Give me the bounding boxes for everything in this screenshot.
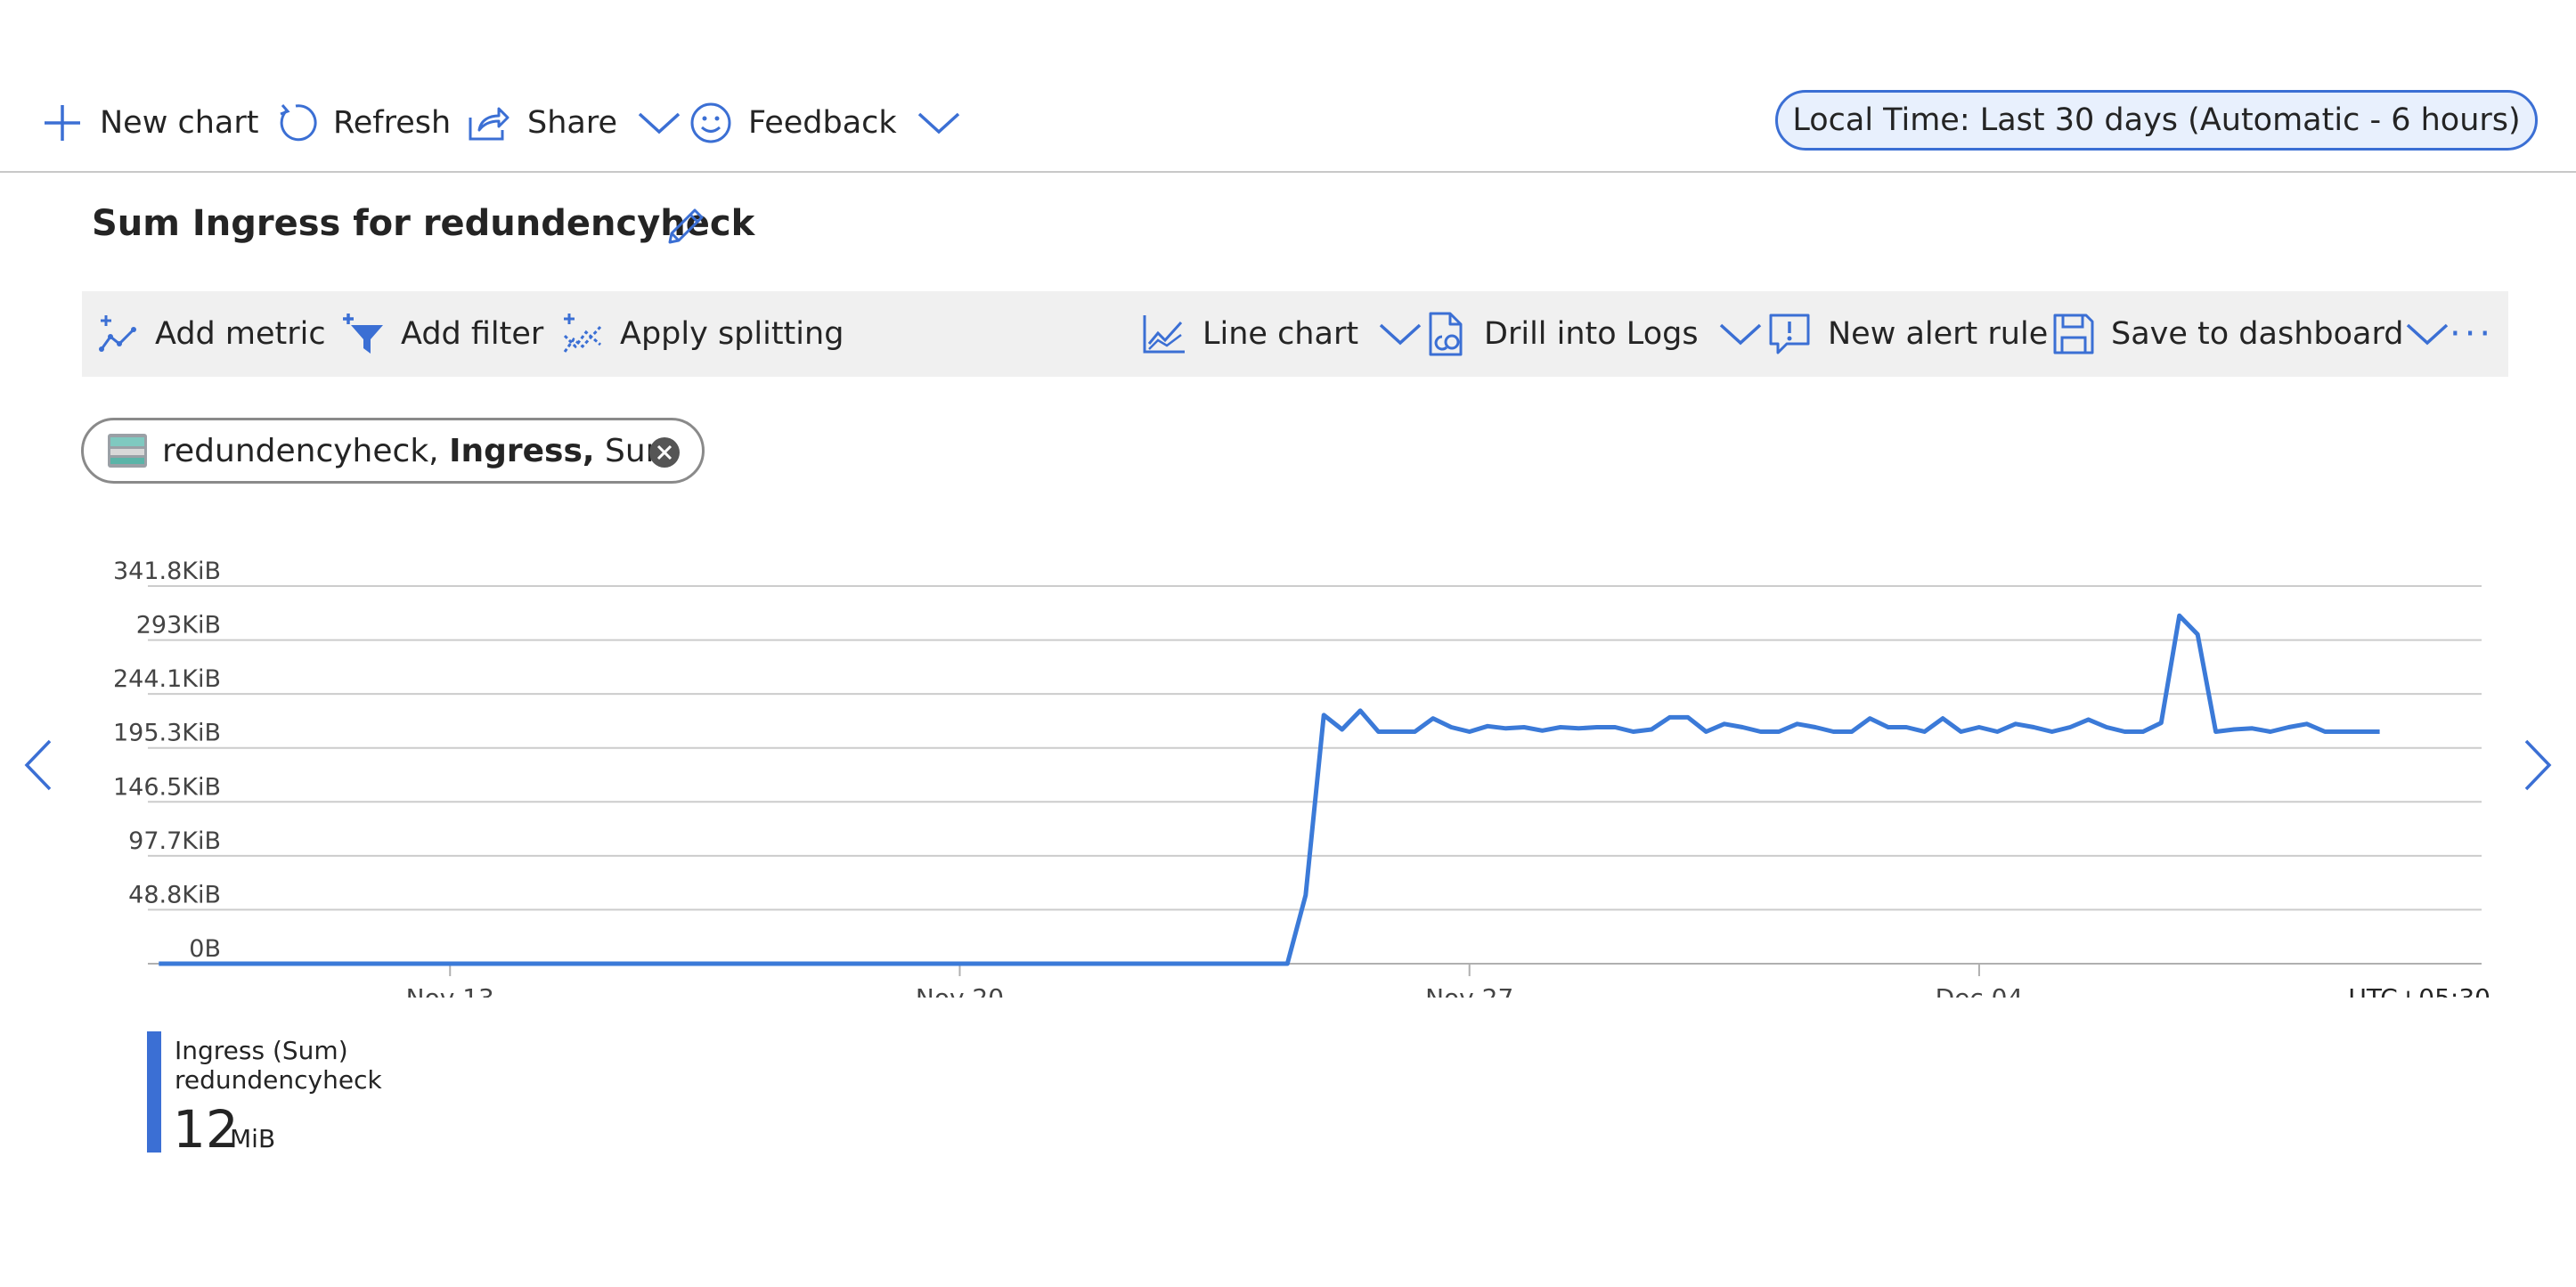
- plus-icon: [45, 105, 80, 141]
- chart-title: Sum Ingress for redundencyheck: [92, 203, 755, 244]
- drill-into-logs-label: Drill into Logs: [1484, 316, 1699, 352]
- timezone-label: UTC+05:30: [2348, 983, 2490, 998]
- x-tick-label: Dec 04: [1936, 983, 2024, 998]
- add-metric-button[interactable]: Add metric: [98, 291, 326, 377]
- line-chart-label: Line chart: [1202, 316, 1359, 352]
- close-icon[interactable]: [648, 436, 681, 468]
- more-options-label: ···: [2450, 314, 2495, 354]
- chevron-down-icon: [1719, 323, 1761, 346]
- time-range-label: Local Time: Last 30 days (Automatic - 6 …: [1792, 102, 2521, 138]
- y-tick-label: 341.8KiB: [113, 558, 221, 585]
- logs-icon: [1429, 312, 1463, 356]
- x-tick-label: Nov 13: [406, 983, 494, 998]
- ingress-line-chart: 0B 48.8KiB 97.7KiB 146.5KiB 195.3KiB 244.1KiB…: [113, 558, 2490, 998]
- x-tick-label: Nov 20: [916, 983, 1004, 998]
- share-button[interactable]: Share: [467, 86, 681, 160]
- add-filter-label: Add filter: [401, 316, 544, 352]
- pencil-icon[interactable]: [663, 203, 709, 249]
- apply-splitting-label: Apply splitting: [620, 316, 844, 352]
- y-tick-label: 0B: [189, 935, 221, 963]
- legend-resource-name: redundencyheck: [175, 1065, 382, 1095]
- save-to-dashboard-button[interactable]: Save to dashboard: [2052, 291, 2450, 377]
- save-to-dashboard-label: Save to dashboard: [2111, 316, 2404, 352]
- add-metric-icon: [99, 315, 136, 352]
- y-tick-label: 146.5KiB: [113, 773, 221, 801]
- refresh-label: Refresh: [333, 105, 452, 141]
- y-tick-label: 244.1KiB: [113, 665, 221, 693]
- chart-command-bar: Add metric Add filter Apply splitting Li…: [82, 291, 2508, 377]
- chevron-down-icon: [917, 112, 959, 134]
- storage-account-icon: [108, 434, 147, 468]
- apply-splitting-button[interactable]: Apply splitting: [561, 291, 844, 377]
- feedback-button[interactable]: Feedback: [689, 86, 961, 160]
- chevron-down-icon: [638, 112, 681, 134]
- metric-pill-resource: redundencyheck,: [162, 432, 439, 469]
- refresh-icon: [280, 104, 317, 142]
- line-chart-icon: [1143, 315, 1185, 354]
- more-options-button[interactable]: ···: [2450, 291, 2494, 377]
- legend-color-bar: [147, 1031, 161, 1153]
- splitting-icon: [563, 314, 602, 353]
- new-alert-rule-label: New alert rule: [1828, 316, 2049, 352]
- legend-series-name: Ingress (Sum): [175, 1036, 348, 1065]
- add-metric-label: Add metric: [155, 316, 326, 352]
- filter-icon: [343, 314, 383, 354]
- line-chart-button[interactable]: Line chart: [1142, 291, 1423, 377]
- chevron-right-icon[interactable]: [2523, 737, 2553, 793]
- time-range-picker[interactable]: Local Time: Last 30 days (Automatic - 6 …: [1775, 90, 2538, 151]
- legend-total-unit: MiB: [230, 1124, 276, 1153]
- y-tick-label: 293KiB: [136, 612, 221, 639]
- share-icon: [469, 107, 509, 141]
- alert-icon: [1769, 314, 1810, 354]
- chevron-down-icon: [2407, 323, 2449, 346]
- share-label: Share: [527, 105, 618, 141]
- add-filter-button[interactable]: Add filter: [340, 291, 543, 377]
- new-chart-label: New chart: [100, 105, 259, 141]
- drill-into-logs-button[interactable]: Drill into Logs: [1425, 291, 1763, 377]
- x-tick-label: Nov 27: [1425, 983, 1513, 998]
- new-chart-button[interactable]: New chart: [41, 86, 258, 160]
- new-alert-rule-button[interactable]: New alert rule: [1767, 291, 2048, 377]
- y-tick-label: 97.7KiB: [128, 827, 221, 855]
- feedback-label: Feedback: [748, 105, 897, 141]
- metric-pill[interactable]: redundencyheck, Ingress, Sum: [81, 418, 705, 484]
- series-line-ingress[interactable]: [159, 613, 2380, 966]
- chevron-left-icon[interactable]: [23, 737, 53, 793]
- legend-total-value: 12: [173, 1099, 239, 1160]
- save-icon: [2053, 314, 2094, 354]
- chevron-down-icon: [1379, 323, 1422, 346]
- y-tick-label: 48.8KiB: [128, 881, 221, 908]
- y-tick-label: 195.3KiB: [113, 720, 221, 747]
- metric-pill-metric: Ingress,: [449, 432, 595, 469]
- smiley-icon: [690, 102, 731, 143]
- refresh-button[interactable]: Refresh: [274, 86, 451, 160]
